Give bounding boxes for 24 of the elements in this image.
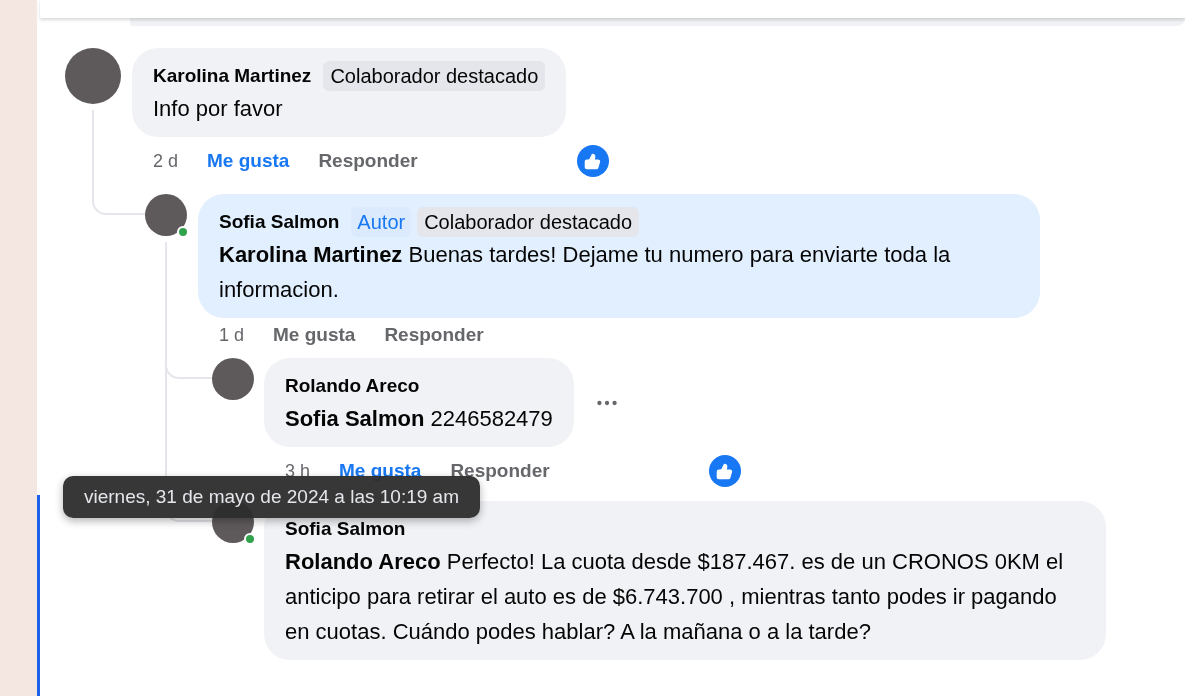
author-name[interactable]: Sofia Salmon <box>219 207 340 237</box>
reply-link[interactable]: Responder <box>318 146 418 176</box>
reply-link[interactable]: Responder <box>384 320 484 350</box>
author-name[interactable]: Rolando Areco <box>285 371 420 401</box>
timestamp[interactable]: 1 d <box>219 321 245 349</box>
author-name[interactable]: Karolina Martinez <box>153 61 312 91</box>
thread-connector <box>92 182 145 215</box>
like-reaction-icon[interactable] <box>576 145 609 177</box>
comment-text: Info por favor <box>153 95 284 123</box>
date-tooltip: viernes, 31 de mayo de 2024 a las 10:19 am <box>63 476 480 518</box>
author-badge: Autor <box>351 207 412 237</box>
featured-badge: Colaborador destacado <box>417 207 640 237</box>
like-link[interactable]: Me gusta <box>207 146 290 176</box>
thread-connector <box>165 350 212 379</box>
like-reaction-icon[interactable] <box>708 455 741 487</box>
like-link[interactable]: Me gusta <box>273 320 356 350</box>
comment-text: Karolina Martinez Buenas tardes! Dejame tu numero para enviarte toda la informacion. <box>219 241 952 304</box>
featured-badge: Colaborador destacado <box>323 61 546 91</box>
avatar[interactable] <box>212 358 254 400</box>
avatar[interactable] <box>65 48 121 104</box>
timestamp[interactable]: 2 d <box>153 147 179 175</box>
comment-text: Rolando Areco Perfecto! La cuota desde $187.467. es de un CRONOS 0KM el anticipo para retirar el auto es de $6.743.700 , mientras tanto podes ir pagando en cuotas. Cuándo podes hablar? A la mañana o a la tarde? <box>285 548 1065 646</box>
avatar[interactable] <box>145 194 187 236</box>
comment-text: Sofia Salmon 2246582479 <box>285 405 553 433</box>
